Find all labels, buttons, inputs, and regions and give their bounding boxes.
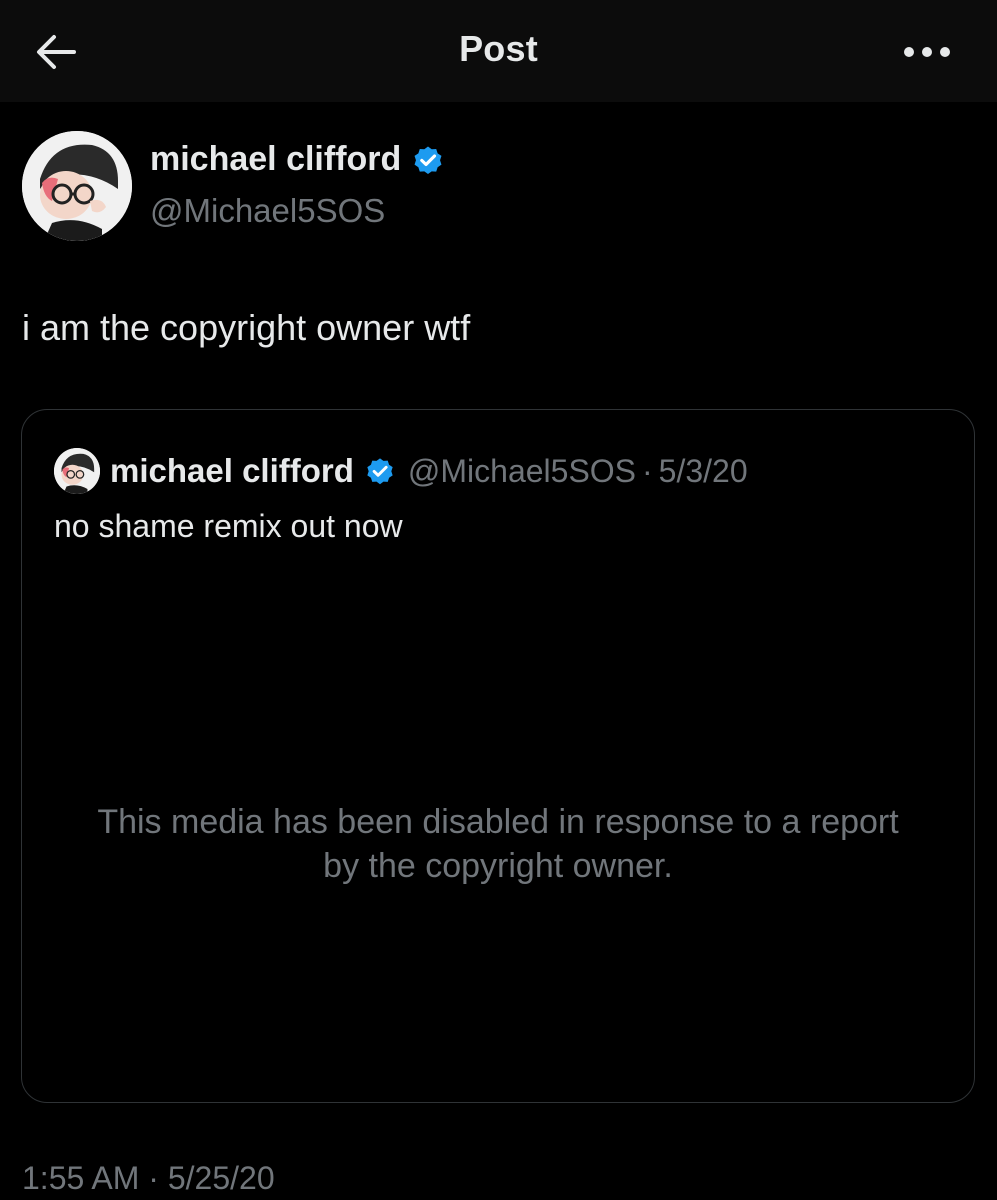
avatar[interactable] xyxy=(22,131,132,241)
verified-badge-icon xyxy=(367,458,393,485)
author-name[interactable]: michael clifford xyxy=(150,140,445,179)
more-horizontal-icon xyxy=(904,47,950,57)
separator-dot: · xyxy=(642,452,653,489)
media-disabled-notice: This media has been disabled in response… xyxy=(97,803,899,885)
more-button[interactable] xyxy=(897,30,957,74)
quoted-post-text: no shame remix out now xyxy=(54,508,403,544)
top-bar: Post xyxy=(0,0,997,102)
author-name-text: michael clifford xyxy=(150,140,402,178)
quoted-post-date: 5/3/20 xyxy=(658,452,748,489)
quoted-author-name: michael clifford xyxy=(110,452,354,489)
verified-badge-icon xyxy=(414,146,442,174)
post-text: i am the copyright owner wtf xyxy=(22,307,471,348)
author-handle[interactable]: @Michael5SOS xyxy=(150,192,385,230)
post-timestamp: 1:55 AM · 5/25/20 xyxy=(22,1160,275,1196)
quoted-avatar xyxy=(54,448,100,494)
page-title: Post xyxy=(459,28,538,69)
avatar-image xyxy=(54,448,100,494)
avatar-image xyxy=(22,131,132,241)
quoted-author-handle: @Michael5SOS xyxy=(407,452,637,489)
quoted-post-header: michael clifford @Michael5SOS · 5/3/20 xyxy=(54,448,748,494)
quoted-post-card[interactable]: michael clifford @Michael5SOS · 5/3/20 n… xyxy=(21,409,975,1103)
